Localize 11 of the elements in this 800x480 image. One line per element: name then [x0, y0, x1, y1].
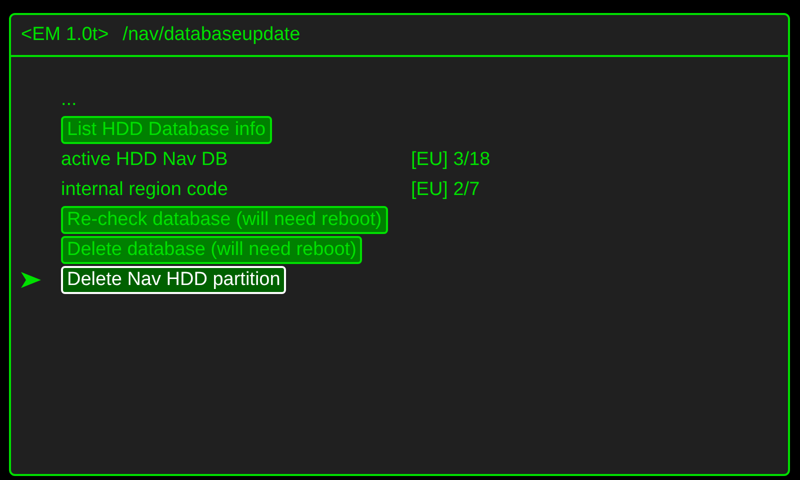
info-value: [EU] 2/7 [411, 179, 480, 201]
menu-button[interactable]: Delete Nav HDD partition [61, 266, 286, 294]
menu-button[interactable]: Delete database (will need reboot) [61, 236, 362, 264]
info-value: [EU] 3/18 [411, 149, 490, 171]
info-label: active HDD Nav DB [61, 149, 229, 171]
ellipsis-text: ... [61, 89, 77, 111]
version-label: <EM 1.0t> [21, 24, 109, 46]
menu-path: /nav/databaseupdate [122, 24, 300, 46]
menu-button[interactable]: Re-check database (will need reboot) [61, 206, 388, 234]
info-label: internal region code [61, 179, 229, 201]
menu-button[interactable]: List HDD Database info [61, 116, 272, 144]
